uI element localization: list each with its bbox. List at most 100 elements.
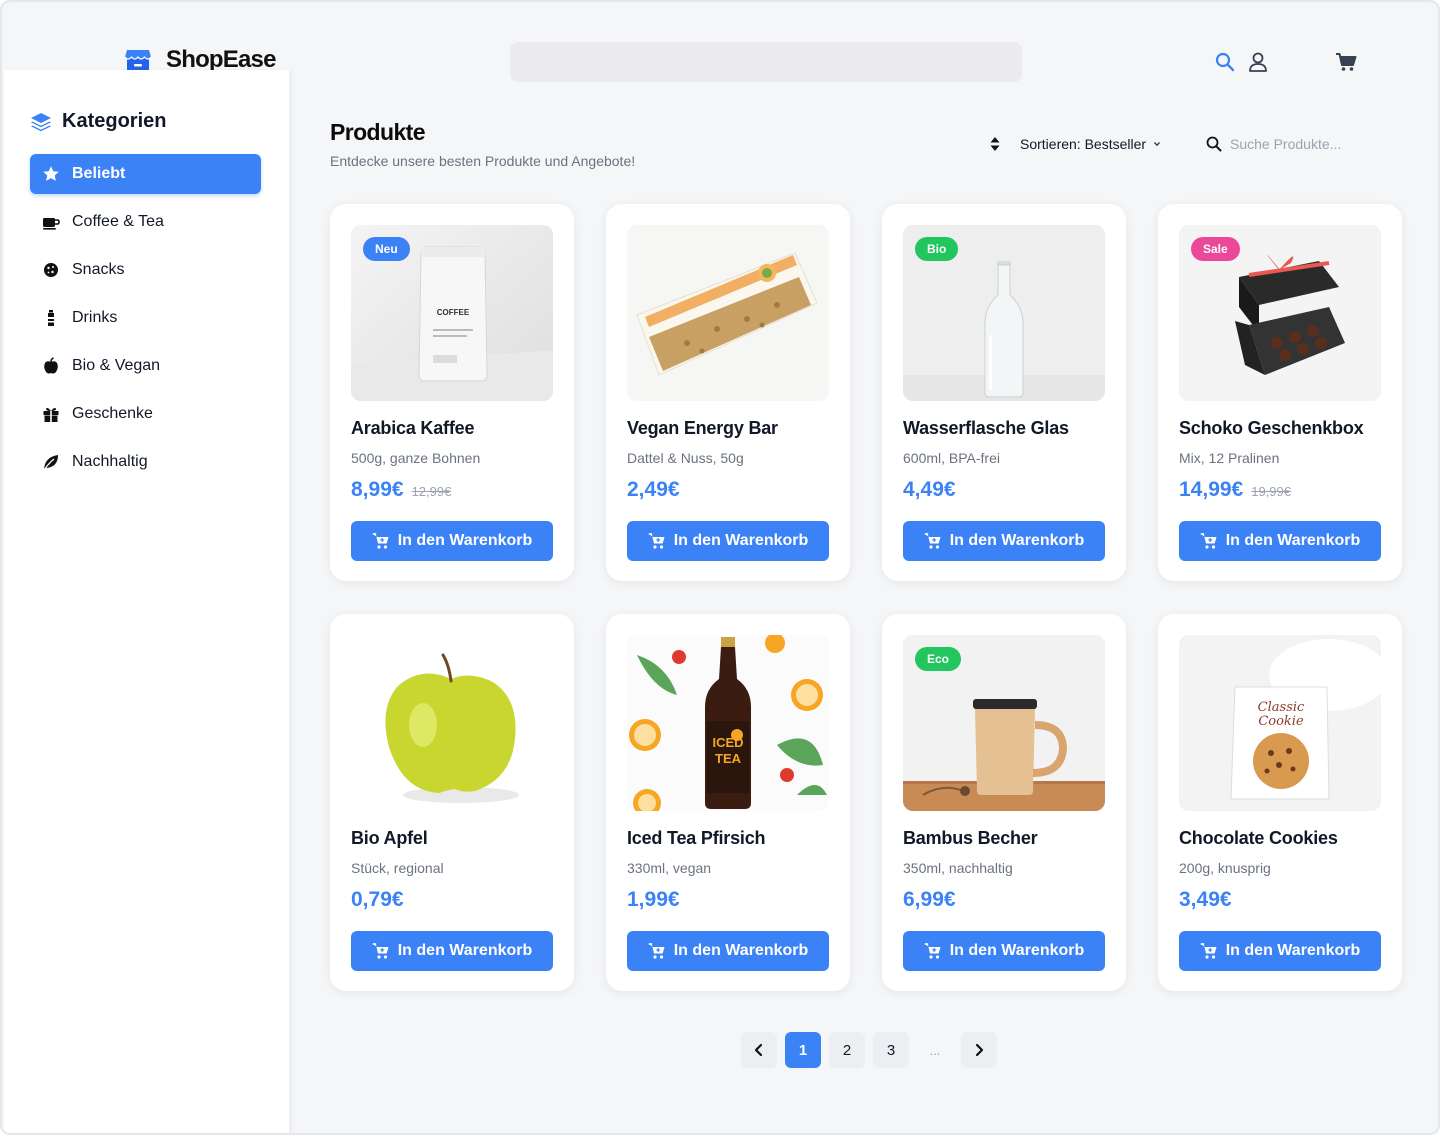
page-title: Produkte — [330, 119, 425, 145]
product-name[interactable]: Wasserflasche Glas — [903, 418, 1069, 439]
sidebar-item-label: Beliebt — [72, 165, 126, 182]
header-search-bar[interactable] — [510, 42, 1022, 82]
product-price-row: 0,79€ — [351, 888, 404, 912]
add-to-cart-label: In den Warenkorb — [1225, 532, 1361, 549]
product-card[interactable]: Sale Schoko Geschenkbox Mix, 12 Pralinen 14… — [1158, 204, 1402, 581]
star-icon — [43, 166, 59, 181]
product-price: 3,49€ — [1179, 888, 1232, 911]
product-description: 330ml, vegan — [627, 860, 712, 876]
pagination-next-button[interactable] — [961, 1032, 997, 1068]
gift-icon — [43, 407, 59, 422]
product-price-row: 4,49€ — [903, 478, 956, 502]
product-price-row: 8,99€ 12,99€ — [351, 478, 451, 502]
product-image[interactable]: Classic Cookie — [1179, 635, 1381, 811]
page-subtitle: Entdecke unsere besten Produkte und Ange… — [330, 153, 636, 169]
sidebar-title: Kategorien — [62, 110, 167, 132]
add-to-cart-button[interactable]: In den Warenkorb — [903, 521, 1105, 561]
product-card[interactable]: Vegan Energy Bar Dattel & Nuss, 50g 2,49€ I… — [606, 204, 850, 581]
product-price: 4,49€ — [903, 478, 956, 501]
add-to-cart-label: In den Warenkorb — [673, 532, 809, 549]
product-search-input[interactable] — [1230, 136, 1400, 152]
product-image[interactable]: Bio — [903, 225, 1105, 401]
cart-icon[interactable] — [1335, 51, 1357, 73]
add-to-cart-button[interactable]: In den Warenkorb — [627, 521, 829, 561]
cart-icon — [648, 533, 665, 549]
product-image[interactable]: COFFEE Neu — [351, 225, 553, 401]
sidebar-item-nachhaltig[interactable]: Nachhaltig — [30, 442, 261, 482]
product-card[interactable]: Bio Apfel Stück, regional 0,79€ In den Ware… — [330, 614, 574, 991]
product-image[interactable]: Sale — [1179, 225, 1381, 401]
add-to-cart-label: In den Warenkorb — [949, 532, 1085, 549]
product-photo: ClassicCookie — [1179, 635, 1381, 811]
cart-icon — [648, 943, 665, 959]
product-price-row: 1,99€ — [627, 888, 680, 912]
sidebar-item-snacks[interactable]: Snacks — [30, 250, 261, 290]
add-to-cart-button[interactable]: In den Warenkorb — [627, 931, 829, 971]
pagination-prev-button[interactable] — [741, 1032, 777, 1068]
cart-icon — [1200, 533, 1217, 549]
product-badge: Eco — [915, 647, 962, 671]
cart-icon — [1200, 943, 1217, 959]
sidebar-item-beliebt[interactable]: Beliebt — [30, 154, 261, 194]
sidebar-item-label: Geschenke — [72, 405, 153, 422]
sidebar-item-label: Nachhaltig — [72, 453, 148, 470]
user-icon[interactable] — [1247, 51, 1269, 73]
pagination: 1 2 3... — [741, 1032, 997, 1068]
product-name[interactable]: Bambus Becher — [903, 828, 1038, 849]
product-price-row: 14,99€ 19,99€ — [1179, 478, 1291, 502]
add-to-cart-button[interactable]: In den Warenkorb — [351, 931, 553, 971]
sidebar-item-geschenke[interactable]: Geschenke — [30, 394, 261, 434]
cart-icon — [924, 533, 941, 549]
product-card[interactable]: ICED TEA Iced Tea Pfirsich 330ml, vegan 1,99… — [606, 614, 850, 991]
add-to-cart-button[interactable]: In den Warenkorb — [351, 521, 553, 561]
product-card[interactable]: Bio Wasserflasche Glas 600ml, BPA-frei 4,49… — [882, 204, 1126, 581]
product-price-row: 6,99€ — [903, 888, 956, 912]
product-description: 200g, knusprig — [1179, 860, 1271, 876]
cookie-icon — [44, 263, 58, 277]
product-card[interactable]: Classic Cookie Chocolate Cookies 200g, knus… — [1158, 614, 1402, 991]
product-image[interactable]: Eco — [903, 635, 1105, 811]
product-price: 8,99€ — [351, 478, 404, 501]
sort-dropdown[interactable]: Sortieren: Bestseller — [988, 136, 1162, 152]
product-name[interactable]: Chocolate Cookies — [1179, 828, 1338, 849]
product-name[interactable]: Schoko Geschenkbox — [1179, 418, 1364, 439]
cart-icon — [372, 533, 389, 549]
search-icon — [1206, 136, 1222, 152]
product-price-row: 3,49€ — [1179, 888, 1232, 912]
product-image[interactable]: ICED TEA — [627, 635, 829, 811]
product-photo — [351, 635, 553, 811]
sidebar-item-bio-vegan[interactable]: Bio & Vegan — [30, 346, 261, 386]
pagination-page-1[interactable]: 1 — [785, 1032, 821, 1068]
mug-icon — [43, 218, 60, 230]
sidebar-item-coffee-tea[interactable]: Coffee & Tea — [30, 202, 261, 242]
add-to-cart-button[interactable]: In den Warenkorb — [1179, 521, 1381, 561]
product-name[interactable]: Iced Tea Pfirsich — [627, 828, 766, 849]
chevron-right-icon — [975, 1043, 984, 1057]
layers-icon — [31, 112, 51, 131]
add-to-cart-button[interactable]: In den Warenkorb — [903, 931, 1105, 971]
product-name[interactable]: Arabica Kaffee — [351, 418, 474, 439]
product-name[interactable]: Vegan Energy Bar — [627, 418, 778, 439]
product-description: Mix, 12 Pralinen — [1179, 450, 1280, 466]
product-price: 2,49€ — [627, 478, 680, 501]
product-photo — [627, 225, 829, 401]
product-card[interactable]: COFFEE Neu Arabica Kaffee 500g, ganze Bohne… — [330, 204, 574, 581]
product-name[interactable]: Bio Apfel — [351, 828, 428, 849]
pagination-page-2[interactable]: 2 — [829, 1032, 865, 1068]
sidebar-item-drinks[interactable]: Drinks — [30, 298, 261, 338]
product-card[interactable]: Eco Bambus Becher 350ml, nachhaltig 6,99€ In… — [882, 614, 1126, 991]
product-image[interactable] — [351, 635, 553, 811]
product-grid: COFFEE Neu Arabica Kaffee 500g, ganze Bohne… — [330, 204, 1402, 991]
category-sidebar: Kategorien Beliebt Coffee & Tea Snacks Drin… — [4, 70, 290, 1133]
product-price-row: 2,49€ — [627, 478, 680, 502]
pagination-page-3[interactable]: 3 — [873, 1032, 909, 1068]
product-badge: Neu — [363, 237, 410, 261]
add-to-cart-label: In den Warenkorb — [397, 942, 533, 959]
search-icon[interactable] — [1214, 51, 1236, 73]
product-search — [1206, 136, 1400, 152]
sidebar-heading: Kategorien — [30, 110, 166, 133]
add-to-cart-button[interactable]: In den Warenkorb — [1179, 931, 1381, 971]
product-old-price: 19,99€ — [1251, 484, 1291, 499]
product-image[interactable] — [627, 225, 829, 401]
product-price: 6,99€ — [903, 888, 956, 911]
